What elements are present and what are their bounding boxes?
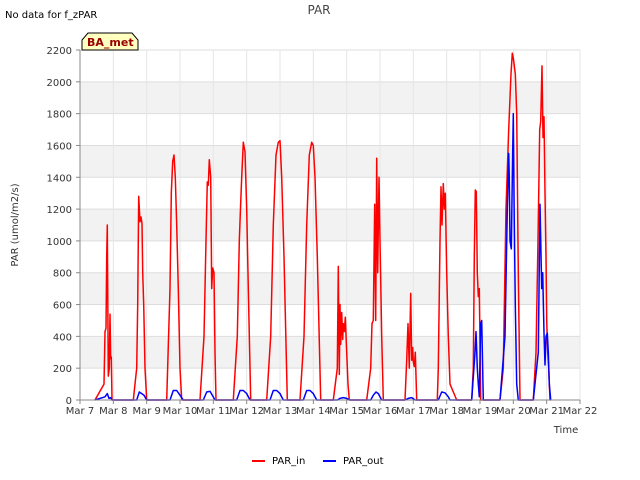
- chart-title: PAR: [307, 3, 330, 17]
- x-tick-label: Mar 19: [463, 406, 498, 417]
- ba-met-badge: BA_met: [81, 32, 139, 51]
- x-tick-label: Mar 10: [163, 406, 198, 417]
- x-tick-label: Mar 13: [263, 406, 298, 417]
- x-tick-label: Mar 9: [132, 406, 160, 417]
- x-tick-label: Mar 17: [396, 406, 431, 417]
- x-tick-label: Mar 8: [99, 406, 127, 417]
- x-tick-label: Mar 14: [296, 406, 331, 417]
- x-axis-title: Time: [553, 425, 578, 436]
- y-tick-label: 400: [53, 332, 72, 343]
- y-tick-label: 2000: [47, 78, 72, 89]
- legend-label-par-out: PAR_out: [343, 456, 384, 467]
- plot-band: [80, 145, 580, 178]
- y-tick-label: 200: [53, 364, 72, 375]
- legend-label-par-in: PAR_in: [272, 456, 305, 467]
- y-tick-label: 1000: [47, 237, 72, 248]
- y-tick-label: 0: [66, 396, 72, 407]
- y-tick-label: 1400: [47, 173, 72, 184]
- plot-band: [80, 81, 580, 114]
- badge-label: BA_met: [87, 36, 134, 49]
- y-tick-label: 1600: [47, 141, 72, 152]
- x-tick-label: Mar 22: [563, 406, 598, 417]
- x-tick-label: Mar 12: [229, 406, 264, 417]
- legend: PAR_in PAR_out: [252, 456, 384, 467]
- x-tick-label: Mar 20: [496, 406, 531, 417]
- x-tick-label: Mar 11: [196, 406, 231, 417]
- y-tick-label: 600: [53, 301, 72, 312]
- x-tick-label: Mar 7: [66, 406, 94, 417]
- y-tick-label: 800: [53, 269, 72, 280]
- y-axis: 0 200 400 600 800 1000 1200 1400 1600 1800 2000 220…: [47, 46, 80, 407]
- x-tick-label: Mar 21: [529, 406, 564, 417]
- x-axis: Mar 7 Mar 8 Mar 9 Mar 10Mar 11Mar 12Mar 13M…: [66, 400, 598, 417]
- par-chart: No data for f_zPAR PAR Mar 7 Mar 8 Mar 9 Ma…: [5, 3, 598, 467]
- y-tick-label: 1800: [47, 110, 72, 121]
- y-tick-label: 1200: [47, 205, 72, 216]
- x-tick-label: Mar 15: [329, 406, 364, 417]
- x-tick-label: Mar 16: [363, 406, 398, 417]
- y-tick-label: 2200: [47, 46, 72, 57]
- y-axis-title: PAR (umol/m2/s): [10, 183, 21, 266]
- no-data-note: No data for f_zPAR: [5, 10, 97, 21]
- x-tick-label: Mar 18: [429, 406, 464, 417]
